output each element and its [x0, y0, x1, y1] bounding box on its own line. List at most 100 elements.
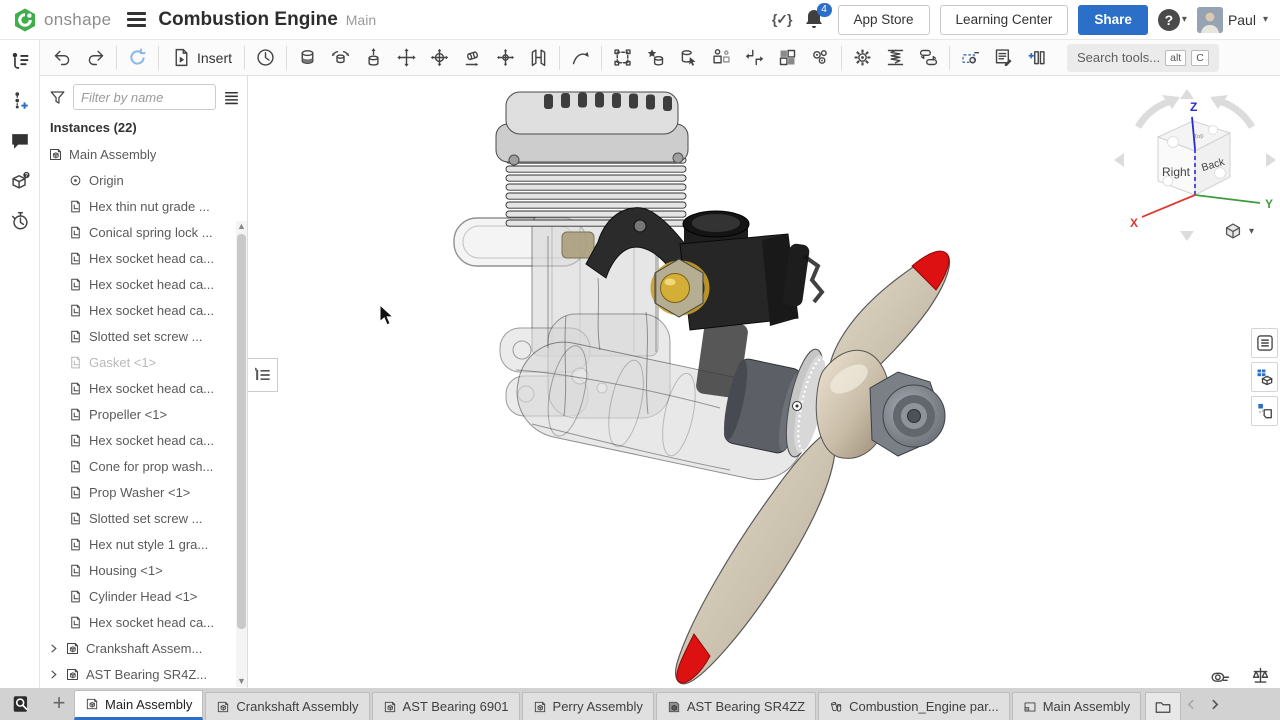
y-axis-label: Y — [1265, 197, 1273, 211]
cube-face-right[interactable]: Right — [1162, 165, 1191, 179]
tree-item-part[interactable]: Hex socket head ca... — [40, 375, 247, 401]
tab-main-assembly[interactable]: Main Assembly — [74, 690, 203, 720]
mate-button[interactable] — [249, 43, 282, 73]
tabs-scroll-left-icon[interactable] — [1185, 698, 1198, 711]
view-cube[interactable]: Right Back Top Z X Y — [1110, 85, 1280, 245]
rail-history-button[interactable] — [6, 208, 34, 234]
onshape-logo[interactable]: onshape — [12, 7, 111, 33]
search-tabs-button[interactable] — [0, 688, 44, 720]
tree-item-part-hidden[interactable]: Gasket <1> — [40, 349, 247, 375]
search-tools-box[interactable]: Search tools... alt C — [1067, 44, 1219, 72]
logo-text: onshape — [44, 10, 111, 30]
tree-item-part[interactable]: Hex socket head ca... — [40, 271, 247, 297]
group-button[interactable] — [738, 43, 771, 73]
configurations-button[interactable] — [1020, 43, 1053, 73]
tree-item-part[interactable]: Hex socket head ca... — [40, 297, 247, 323]
add-tab-button[interactable]: + — [44, 688, 74, 720]
filter-input[interactable] — [73, 84, 216, 110]
snap-mode-button[interactable] — [606, 43, 639, 73]
rail-versions-button[interactable] — [6, 88, 34, 114]
tree-item-main-assembly[interactable]: Main Assembly — [40, 141, 247, 167]
pattern-button[interactable] — [705, 43, 738, 73]
ball-mate-button[interactable] — [423, 43, 456, 73]
tree-item-part[interactable]: Hex socket head ca... — [40, 245, 247, 271]
exploded-view-button[interactable] — [771, 43, 804, 73]
user-menu[interactable]: Paul ▾ — [1197, 7, 1268, 33]
tree-item-part[interactable]: Propeller <1> — [40, 401, 247, 427]
tab-perry-assembly[interactable]: Perry Assembly — [522, 692, 654, 720]
undo-button[interactable] — [46, 43, 79, 73]
tab-main-assembly-drawing[interactable]: Main Assembly — [1012, 692, 1141, 720]
expand-chevron-icon[interactable] — [48, 643, 59, 654]
tab-ast-bearing-sr4zz[interactable]: AST Bearing SR4ZZ — [656, 692, 816, 720]
document-menu-icon[interactable] — [127, 9, 146, 30]
update-documents-button[interactable] — [121, 43, 154, 73]
scroll-down-arrow[interactable]: ▼ — [236, 676, 247, 687]
tangent-mate-button[interactable] — [564, 43, 597, 73]
tree-item-part[interactable]: Slotted set screw ... — [40, 323, 247, 349]
tree-item-part[interactable]: Hex socket head ca... — [40, 427, 247, 453]
mass-properties-button[interactable] — [1248, 664, 1272, 686]
planar-mate-button[interactable] — [390, 43, 423, 73]
share-button[interactable]: Share — [1078, 5, 1148, 35]
belt-button[interactable] — [912, 43, 945, 73]
panel-toggle-button[interactable] — [248, 358, 278, 392]
tree-scrollbar[interactable]: ▲ ▼ — [236, 221, 247, 687]
configuration-panel-button[interactable] — [1251, 362, 1278, 392]
help-menu[interactable]: ? ▾ — [1158, 9, 1187, 31]
rail-instances-button[interactable] — [6, 48, 34, 74]
replace-instances-button[interactable] — [672, 43, 705, 73]
tree-item-part[interactable]: Conical spring lock ... — [40, 219, 247, 245]
app-store-button[interactable]: App Store — [838, 5, 930, 35]
tree-item-part[interactable]: Cone for prop wash... — [40, 453, 247, 479]
tree-item-part[interactable]: Prop Washer <1> — [40, 479, 247, 505]
rotate-cw-arrow[interactable] — [1222, 102, 1252, 127]
fastened-mate-button[interactable] — [291, 43, 324, 73]
redo-button[interactable] — [79, 43, 112, 73]
cylindrical-mate-button[interactable] — [456, 43, 489, 73]
rail-follow-button[interactable] — [6, 168, 34, 194]
rotate-ccw-arrow[interactable] — [1138, 102, 1168, 127]
insert-button[interactable]: Insert — [163, 43, 240, 73]
notifications-button[interactable]: 4 — [802, 7, 828, 33]
feature-list-panel-button[interactable] — [1251, 328, 1278, 358]
rail-comments-button[interactable] — [6, 128, 34, 154]
list-view-icon[interactable] — [222, 88, 241, 107]
named-positions-button[interactable] — [804, 43, 837, 73]
tree-item-part[interactable]: Cylinder Head <1> — [40, 583, 247, 609]
tab-combustion-engine-parts[interactable]: Combustion_Engine par... — [818, 692, 1010, 720]
tree-item-part[interactable]: Hex nut style 1 gra... — [40, 531, 247, 557]
bill-of-materials-button[interactable] — [987, 43, 1020, 73]
scroll-up-arrow[interactable]: ▲ — [236, 221, 247, 232]
drawing-icon — [1023, 700, 1037, 714]
tree-item-part[interactable]: Slotted set screw ... — [40, 505, 247, 531]
view-settings-button[interactable]: ▾ — [1222, 220, 1254, 242]
tree-item-subassembly[interactable]: AST Bearing SR4Z... — [40, 661, 247, 687]
tree-item-part[interactable]: Hex thin nut grade ... — [40, 193, 247, 219]
tab-crankshaft-assembly[interactable]: Crankshaft Assembly — [205, 692, 369, 720]
replicate-button[interactable] — [639, 43, 672, 73]
spring-button[interactable] — [879, 43, 912, 73]
tree-item-subassembly[interactable]: Crankshaft Assem... — [40, 635, 247, 661]
revolute-mate-button[interactable] — [324, 43, 357, 73]
tree-item-part[interactable]: Hex socket head ca... — [40, 609, 247, 635]
appearance-panel-button[interactable] — [1251, 396, 1278, 426]
interference-detection-button[interactable] — [846, 43, 879, 73]
parallel-mate-button[interactable] — [522, 43, 555, 73]
learning-center-button[interactable]: Learning Center — [940, 5, 1069, 35]
tabs-scroll-right-icon[interactable] — [1208, 698, 1221, 711]
tree-item-part[interactable]: Housing <1> — [40, 557, 247, 583]
measure-button[interactable] — [1208, 664, 1232, 686]
workspace-label[interactable]: Main — [346, 12, 376, 28]
scrollbar-thumb[interactable] — [237, 234, 246, 629]
expand-chevron-icon[interactable] — [48, 669, 59, 680]
tree-item-origin[interactable]: Origin — [40, 167, 247, 193]
assembly-icon — [383, 700, 397, 714]
slider-mate-button[interactable] — [357, 43, 390, 73]
tab-folder-button[interactable] — [1145, 692, 1181, 720]
featurescript-icon[interactable]: {✓} — [772, 11, 792, 28]
tab-ast-bearing-6901[interactable]: AST Bearing 6901 — [372, 692, 520, 720]
pin-slot-mate-button[interactable] — [489, 43, 522, 73]
sketch-button[interactable] — [954, 43, 987, 73]
filter-icon[interactable] — [48, 88, 67, 107]
